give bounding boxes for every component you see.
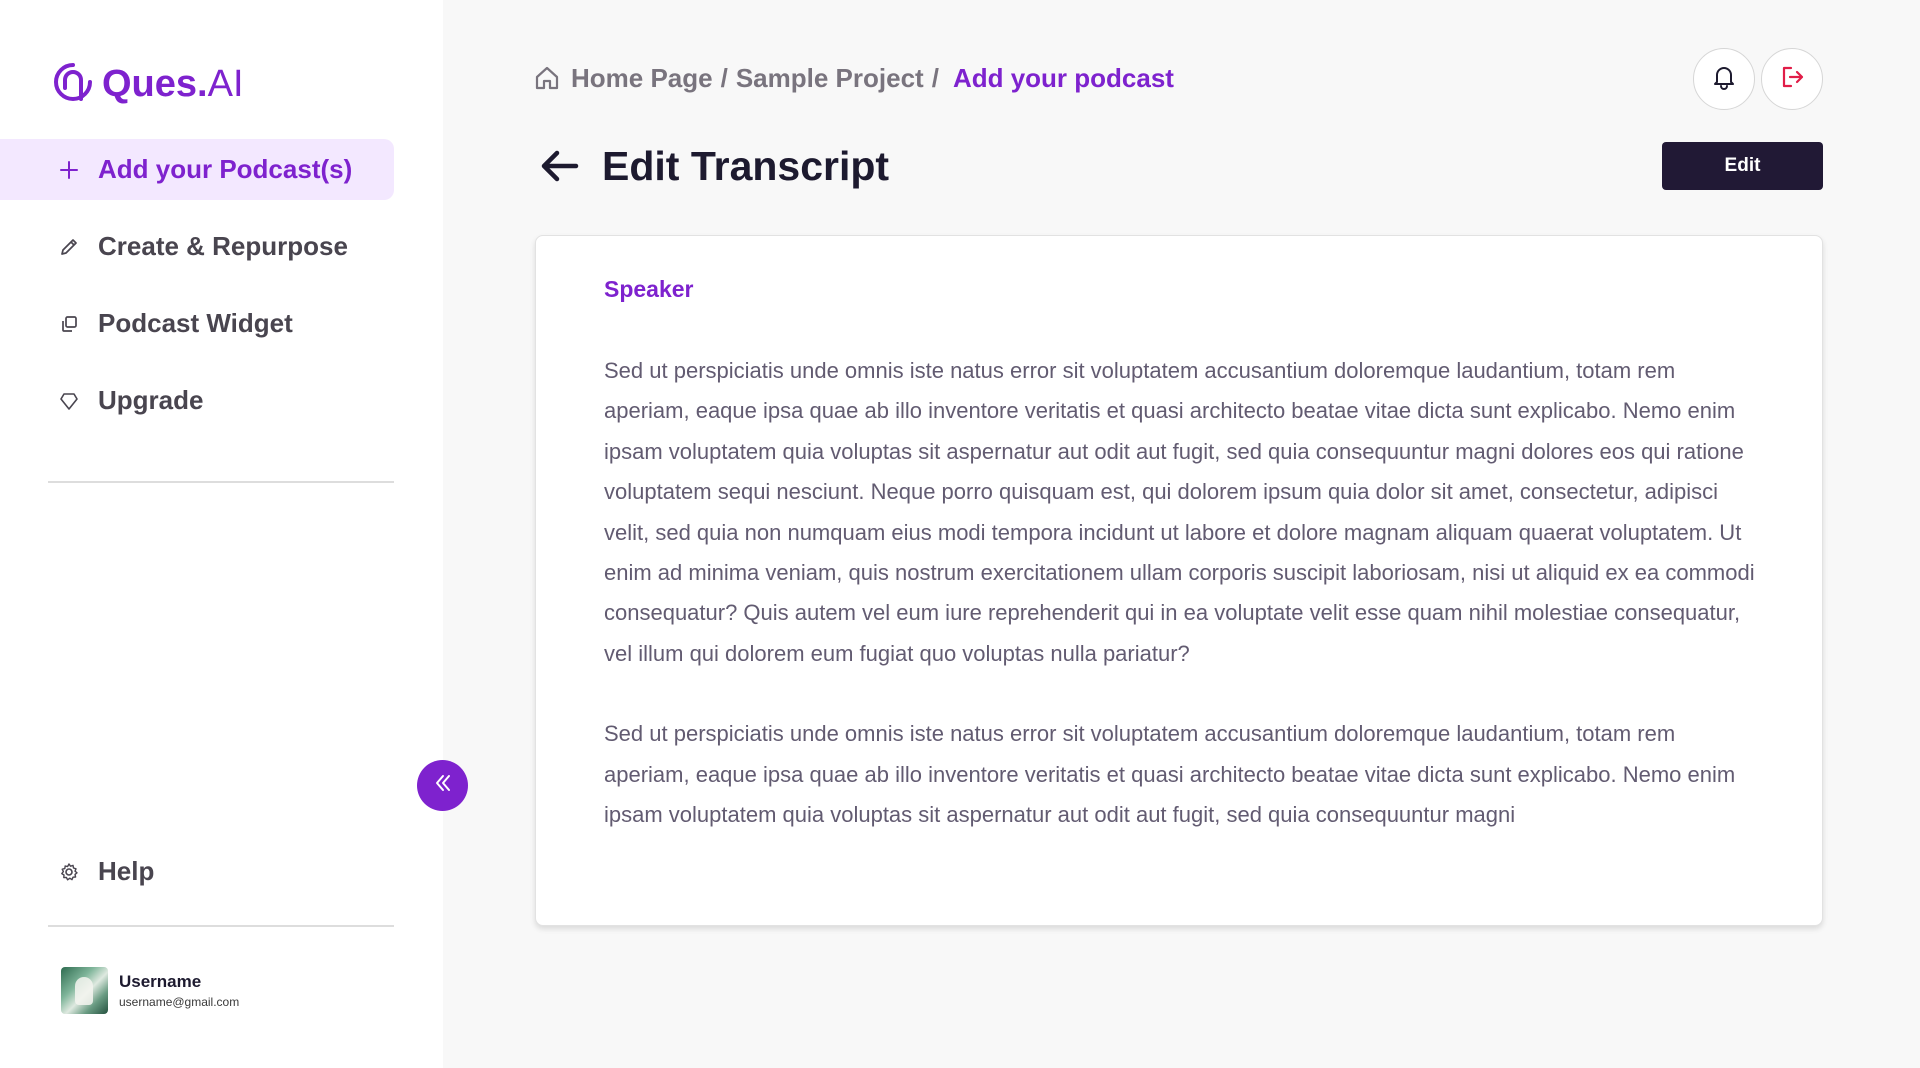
sidebar-item-podcast-widget[interactable]: Podcast Widget bbox=[0, 293, 394, 354]
logout-button[interactable] bbox=[1761, 48, 1823, 110]
edit-button[interactable]: Edit bbox=[1662, 142, 1823, 190]
logout-icon bbox=[1778, 63, 1806, 96]
sidebar: Ques.AI Add your Podcast(s) Create & Rep… bbox=[0, 0, 443, 1068]
breadcrumb-separator: / bbox=[720, 62, 728, 93]
breadcrumb-project[interactable]: Sample Project bbox=[736, 63, 924, 94]
home-icon[interactable] bbox=[533, 64, 561, 92]
sidebar-item-label: Create & Repurpose bbox=[98, 231, 348, 261]
user-profile[interactable]: Username username@gmail.com bbox=[61, 967, 239, 1014]
sidebar-item-create-repurpose[interactable]: Create & Repurpose bbox=[0, 216, 394, 277]
user-email: username@gmail.com bbox=[119, 994, 240, 1009]
transcript-paragraph: Sed ut perspiciatis unde omnis iste natu… bbox=[604, 721, 1736, 828]
transcript-body[interactable]: Sed ut perspiciatis unde omnis iste natu… bbox=[604, 351, 1764, 906]
sidebar-item-label: Upgrade bbox=[98, 385, 204, 415]
arrow-left-icon[interactable] bbox=[538, 145, 580, 187]
speaker-label: Speaker bbox=[604, 276, 694, 302]
breadcrumb: Home Page / Sample Project / Add your po… bbox=[533, 60, 1174, 96]
user-info: Username username@gmail.com bbox=[119, 972, 239, 1010]
bell-icon bbox=[1710, 63, 1738, 96]
pencil-icon bbox=[58, 236, 80, 258]
sidebar-divider-bottom bbox=[48, 925, 394, 927]
sidebar-item-label: Add your Podcast(s) bbox=[98, 154, 353, 184]
brand-name-light: AI bbox=[207, 63, 244, 105]
sidebar-divider-top bbox=[48, 481, 394, 483]
plus-icon bbox=[58, 159, 80, 181]
logo-icon bbox=[52, 61, 94, 108]
breadcrumb-separator: / bbox=[931, 62, 939, 93]
collapse-sidebar-button[interactable] bbox=[417, 760, 468, 811]
notification-button[interactable] bbox=[1693, 48, 1755, 110]
sidebar-item-label: Podcast Widget bbox=[98, 308, 293, 338]
diamond-icon bbox=[58, 390, 80, 412]
sidebar-item-upgrade[interactable]: Upgrade bbox=[0, 370, 394, 431]
breadcrumb-current: Add your podcast bbox=[952, 62, 1174, 93]
user-name: Username bbox=[119, 971, 202, 991]
page-title: Edit Transcript bbox=[602, 142, 890, 189]
sidebar-item-label: Help bbox=[98, 856, 155, 886]
breadcrumb-home[interactable]: Home Page bbox=[571, 63, 713, 94]
transcript-paragraph: Sed ut perspiciatis unde omnis iste natu… bbox=[604, 358, 1755, 666]
sidebar-item-help[interactable]: Help bbox=[0, 841, 394, 902]
gear-icon bbox=[58, 861, 80, 883]
avatar bbox=[61, 967, 108, 1014]
sidebar-item-add-podcast[interactable]: Add your Podcast(s) bbox=[0, 139, 394, 200]
copy-icon bbox=[58, 313, 80, 335]
transcript-card: Speaker Sed ut perspiciatis unde omnis i… bbox=[535, 235, 1823, 926]
brand-name-bold: Ques. bbox=[102, 63, 208, 105]
page-title-row: Edit Transcript bbox=[538, 140, 889, 192]
brand-name: Ques.AI bbox=[102, 62, 244, 106]
brand-logo[interactable]: Ques.AI bbox=[52, 62, 244, 106]
double-chevron-left-icon bbox=[431, 771, 455, 800]
app-root: Ques.AI Add your Podcast(s) Create & Rep… bbox=[0, 0, 1920, 1068]
